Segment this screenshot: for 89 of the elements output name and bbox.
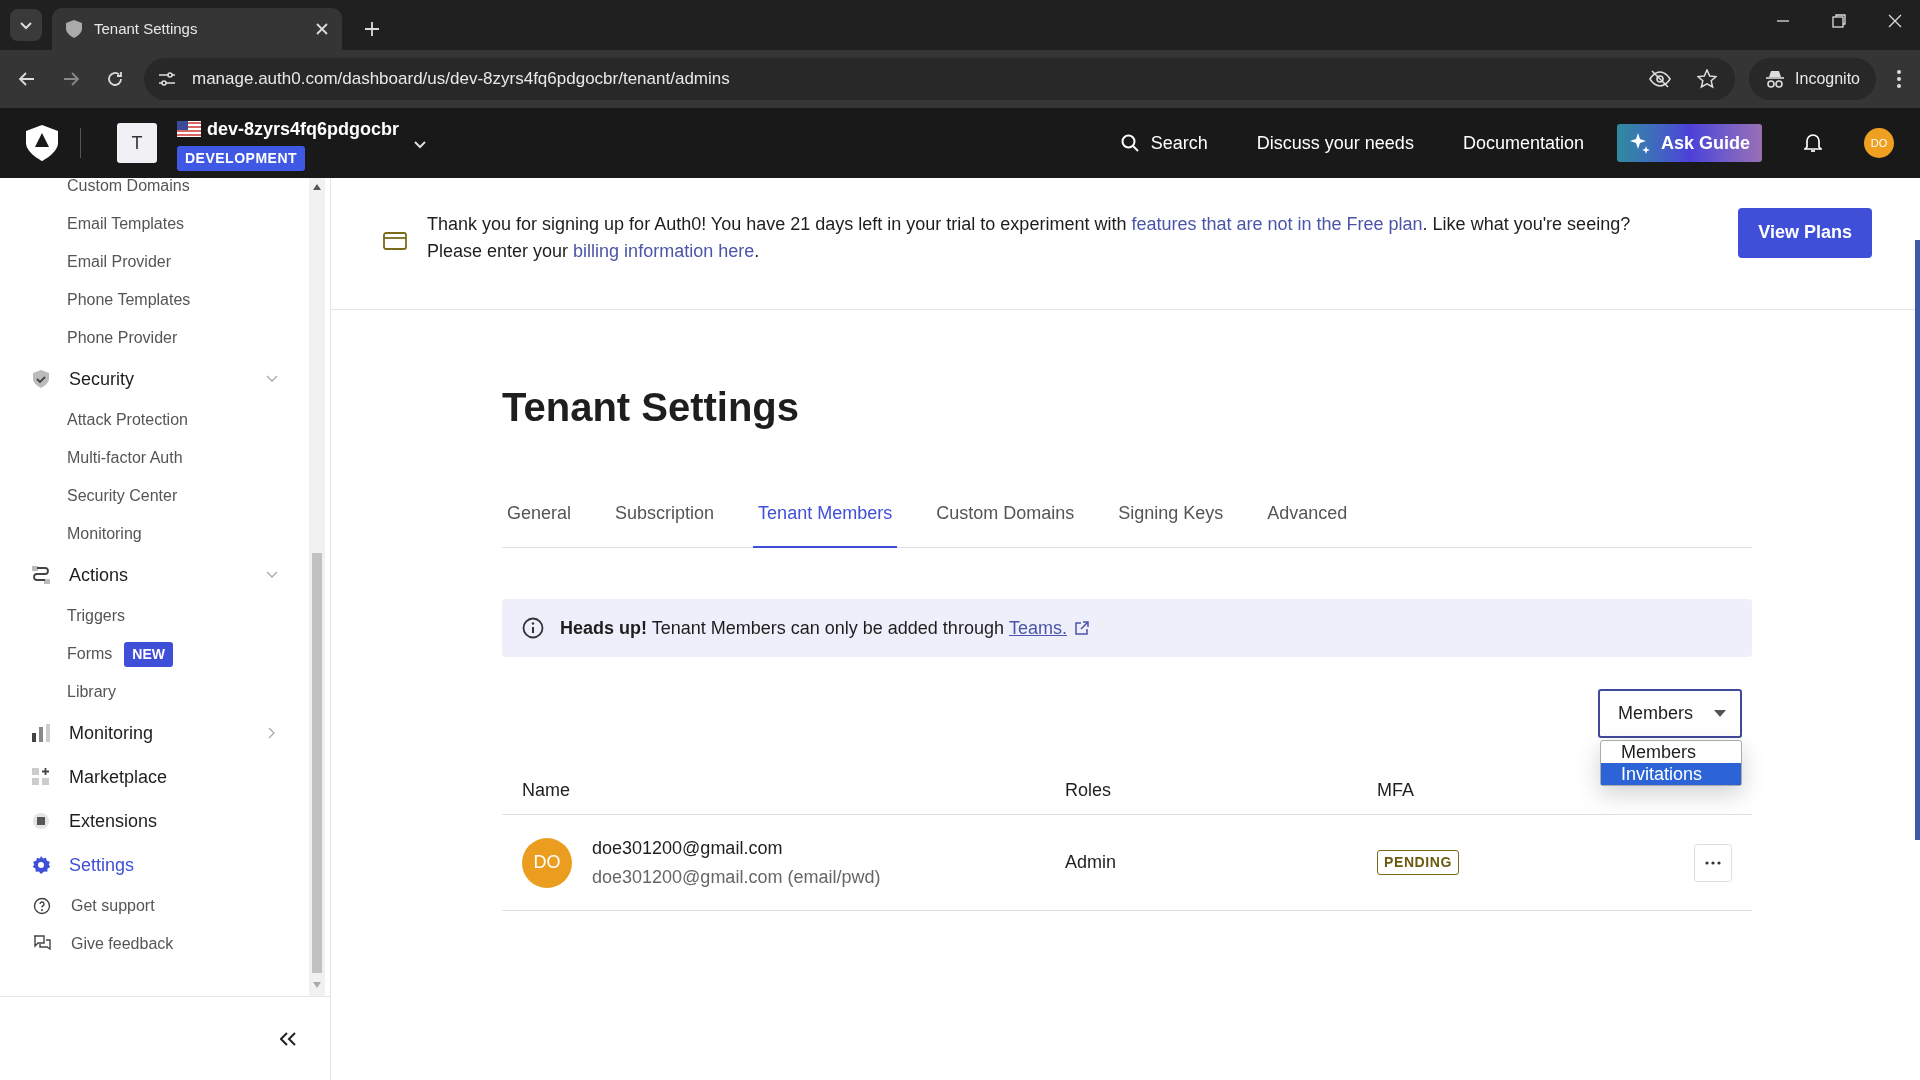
sidebar-item[interactable]: Phone Provider: [67, 326, 178, 350]
role-cell-text: Admin: [1065, 851, 1118, 874]
star-icon[interactable]: [1697, 69, 1718, 89]
incognito-button[interactable]: Incognito: [1749, 58, 1876, 100]
sidebar-item[interactable]: Email Provider: [67, 250, 172, 274]
sidebar-section[interactable]: Settings: [69, 851, 278, 879]
new-badge: NEW: [124, 641, 173, 667]
tab[interactable]: Tenant Members: [753, 490, 898, 548]
sidebar-item[interactable]: Monitoring: [67, 522, 142, 546]
members-dropdown[interactable]: Members: [1598, 689, 1742, 738]
scroll-up-icon[interactable]: [313, 184, 321, 190]
more-icon[interactable]: [1896, 69, 1902, 89]
marketplace-icon: [31, 767, 51, 787]
new-tab-icon[interactable]: [364, 21, 380, 37]
sidebar-item[interactable]: Security Center: [67, 484, 178, 508]
close-icon[interactable]: [316, 23, 328, 35]
help-icon: [33, 897, 51, 915]
restore-icon[interactable]: [1832, 14, 1846, 28]
member-email: doe301200@gmail.com: [592, 836, 784, 860]
sidebar-item[interactable]: Library: [67, 680, 116, 704]
site-settings-icon[interactable]: [158, 71, 176, 87]
forward-icon: [62, 70, 80, 88]
banner-link[interactable]: billing information here: [573, 240, 755, 261]
sidebar-item[interactable]: Email Templates: [67, 212, 185, 236]
tab-title: Tenant Settings: [94, 18, 199, 39]
sidebar-section[interactable]: Extensions: [69, 807, 278, 835]
tab[interactable]: General: [502, 490, 577, 548]
sidebar-link[interactable]: Get support: [71, 894, 155, 918]
info-icon: [522, 617, 544, 639]
environment-badge: DEVELOPMENT: [177, 145, 306, 171]
sidebar-item[interactable]: Forms: [67, 642, 113, 666]
shield-icon: [66, 20, 82, 38]
eye-slash-icon[interactable]: [1649, 70, 1672, 88]
view-plans-button[interactable]: View Plans: [1738, 207, 1872, 258]
teams-link[interactable]: Teams.: [1008, 614, 1089, 642]
page-title: Tenant Settings: [502, 384, 801, 431]
sidebar-section[interactable]: Security: [69, 365, 248, 393]
browser-tab[interactable]: Tenant Settings: [52, 8, 342, 50]
tenant-avatar[interactable]: T: [117, 123, 157, 163]
column-header: Name: [521, 779, 571, 802]
reload-icon[interactable]: [106, 70, 124, 88]
sidebar-item[interactable]: Multi-factor Auth: [67, 446, 183, 470]
close-icon[interactable]: [1888, 14, 1902, 28]
sidebar-section[interactable]: Actions: [69, 561, 248, 589]
gear-icon: [31, 855, 51, 875]
column-header: Roles: [1065, 779, 1113, 802]
sidebar-link[interactable]: Give feedback: [71, 932, 174, 956]
bar-chart-icon: [31, 723, 51, 743]
nav-link[interactable]: Discuss your needs: [1256, 129, 1414, 157]
feedback-icon: [33, 935, 51, 953]
alert-message: Heads up! Tenant Members can only be added through Teams.: [560, 614, 1089, 642]
tab[interactable]: Advanced: [1262, 490, 1353, 548]
sidebar-item[interactable]: Attack Protection: [67, 408, 188, 432]
user-avatar: DO: [522, 837, 572, 888]
tab-list-icon[interactable]: [10, 9, 42, 41]
sidebar-section[interactable]: Marketplace: [69, 763, 278, 791]
url-text: manage.auth0.com/dashboard/us/dev-8zyrs4fq6pdgocbr/tenant/admins: [192, 68, 731, 91]
banner-link[interactable]: features that are not in the Free plan: [1131, 213, 1423, 234]
chip-icon: [31, 811, 51, 831]
member-connection: doe301200@gmail.com (email/pwd): [592, 865, 881, 889]
bell-icon[interactable]: [1804, 133, 1822, 153]
sidebar-item[interactable]: Phone Templates: [67, 288, 191, 312]
sidebar-item[interactable]: Custom Domains: [67, 178, 190, 198]
address-bar[interactable]: manage.auth0.com/dashboard/us/dev-8zyrs4fq6pdgocbr/tenant/admins: [144, 58, 1736, 100]
external-link-icon: [1074, 621, 1089, 635]
actions-icon: [31, 565, 51, 585]
credit-card-icon: [383, 231, 407, 250]
search-icon: [1120, 134, 1139, 152]
double-chevron-left-icon[interactable]: [280, 1031, 296, 1046]
search-button[interactable]: Search: [1120, 129, 1208, 157]
sidebar-section[interactable]: Monitoring: [69, 719, 250, 747]
flag-icon: [177, 121, 201, 137]
shield-logo-icon[interactable]: [26, 125, 58, 161]
tenant-name[interactable]: dev-8zyrs4fq6pdgocbr: [207, 115, 400, 143]
nav-link[interactable]: Documentation: [1462, 129, 1584, 157]
sidebar-item[interactable]: Triggers: [67, 604, 126, 628]
shield-check-icon: [31, 369, 51, 389]
column-header: MFA: [1377, 779, 1415, 802]
ask-guide-button[interactable]: Ask Guide: [1616, 124, 1762, 162]
caret-down-icon: [1714, 710, 1726, 717]
tab[interactable]: Signing Keys: [1113, 490, 1229, 548]
banner-message: Thank you for signing up for Auth0! You have 21 days left in your trial to experiment with features that are not in the Free plan. Like what you're seeing? Please enter your billing information here.: [427, 212, 1632, 263]
tab[interactable]: Subscription: [610, 490, 720, 548]
status-badge: PENDING: [1377, 850, 1459, 875]
tab[interactable]: Custom Domains: [931, 490, 1080, 548]
incognito-icon: [1765, 70, 1786, 88]
back-icon[interactable]: [18, 70, 36, 88]
dropdown-option[interactable]: Invitations: [1601, 763, 1741, 785]
dropdown-option[interactable]: Members: [1601, 741, 1741, 763]
